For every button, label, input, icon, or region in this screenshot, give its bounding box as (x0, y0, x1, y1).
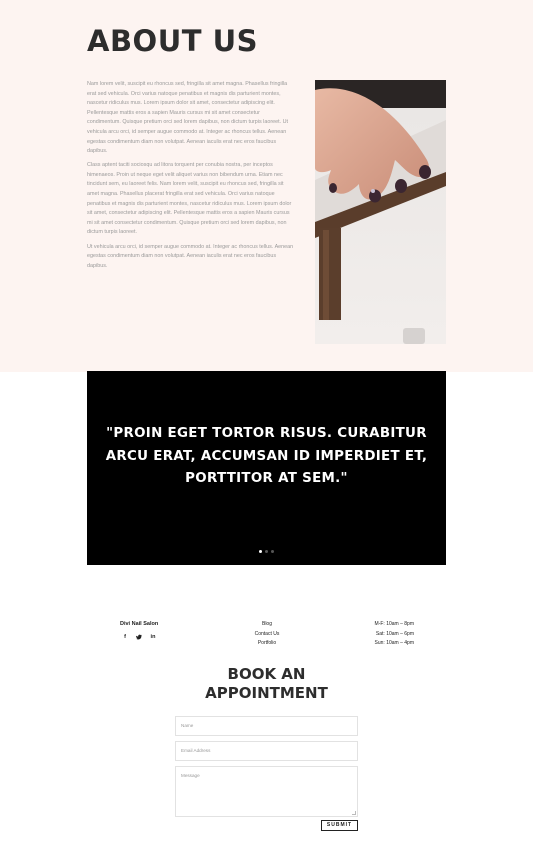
twitter-glyph (135, 634, 142, 640)
booking-title: BOOK AN APPOINTMENT (0, 665, 533, 703)
footer-link-portfolio[interactable]: Portfolio (240, 639, 294, 649)
twitter-icon[interactable] (135, 634, 142, 642)
hours-weekdays: M-F: 10am – 8pm (374, 621, 414, 627)
footer-link-contact[interactable]: Contact Us (240, 630, 294, 640)
about-text: Nam lorem velit, suscipit eu rhoncus sed… (87, 80, 295, 276)
footer-link-blog[interactable]: Blog (240, 620, 294, 630)
slider-dot-2[interactable] (265, 550, 268, 553)
submit-button[interactable]: SUBMIT (321, 820, 358, 831)
about-section: ABOUT US Nam lorem velit, suscipit eu rh… (0, 0, 533, 372)
quote-text: "PROIN EGET TORTOR RISUS. CURABITUR ARCU… (105, 426, 428, 487)
manicure-photo (315, 80, 446, 344)
social-links: f in (122, 634, 156, 642)
message-placeholder: Message (181, 773, 200, 778)
about-paragraph-2: Class aptent taciti sociosqu ad litora t… (87, 162, 292, 236)
about-paragraph-1: Nam lorem velit, suscipit eu rhoncus sed… (87, 81, 289, 155)
resize-handle-icon[interactable] (352, 811, 356, 815)
footer-nav: Blog Contact Us Portfolio (240, 620, 294, 649)
hours-sunday: Sun: 10am – 4pm (374, 640, 414, 646)
hours-saturday: Sat: 10am – 6pm (375, 630, 414, 637)
slider-dot-1[interactable] (259, 550, 262, 553)
about-paragraph-3: Ut vehicula arcu orci, id semper augue c… (87, 243, 294, 269)
slider-dot-3[interactable] (271, 550, 274, 553)
slider-dots (259, 550, 274, 553)
footer-brand: Divi Nail Salon (120, 621, 159, 627)
message-field[interactable]: Message (175, 766, 358, 817)
facebook-icon[interactable]: f (122, 634, 128, 642)
opening-hours: M-F: 10am – 8pm Sat: 10am – 6pm Sun: 10a… (350, 620, 414, 649)
about-title: ABOUT US (87, 24, 259, 58)
linkedin-icon[interactable]: in (150, 634, 156, 642)
booking-title-line-2: APPOINTMENT (205, 684, 328, 702)
name-field[interactable]: Name (175, 716, 358, 736)
email-field[interactable]: Email Address (175, 741, 358, 761)
booking-title-line-1: BOOK AN (227, 665, 306, 683)
testimonial-slider: "PROIN EGET TORTOR RISUS. CURABITUR ARCU… (87, 371, 446, 565)
manicure-photo-art (315, 80, 446, 344)
